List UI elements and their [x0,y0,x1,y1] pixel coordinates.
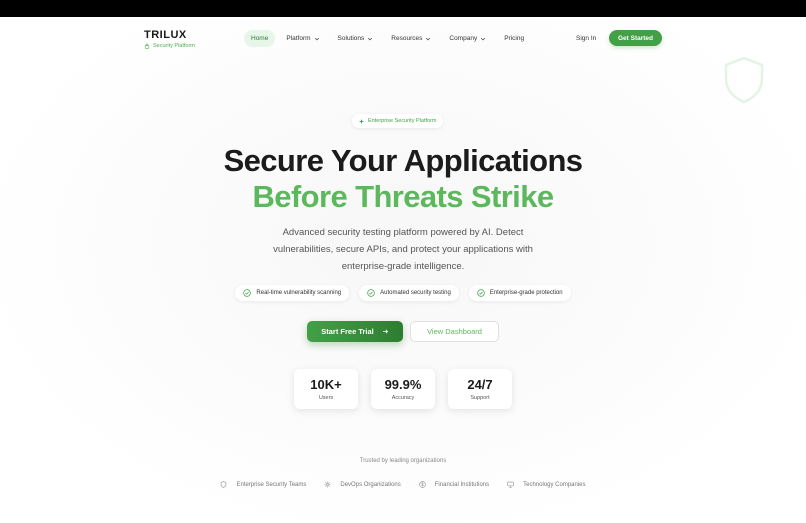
org-item: Technology Companies [507,481,586,488]
monitor-icon [507,481,514,488]
org-label: DevOps Organizations [340,481,401,488]
check-circle-icon [477,289,485,297]
window-top-bar [0,0,806,17]
brand-tagline-row: Security Platform [144,43,195,49]
stat-value: 99.9% [384,377,422,392]
brand-name: TRILUX [144,29,187,41]
check-circle-icon [367,289,375,297]
org-label: Enterprise Security Teams [236,481,307,488]
org-item: Enterprise Security Teams [220,481,306,488]
nav-item-label: Platform [286,35,311,42]
stat-card-accuracy: 99.9% Accuracy [371,369,435,409]
get-started-button[interactable]: Get Started [609,30,662,46]
nav-item-label: Resources [391,35,423,42]
feature-pills: Real-time vulnerability scanning Automat… [0,285,806,301]
trusted-orgs: Enterprise Security Teams DevOps Organiz… [0,481,806,488]
hero-badge: Enterprise Security Platform [352,114,444,128]
feature-pill: Real-time vulnerability scanning [235,285,350,301]
check-circle-icon [243,289,252,297]
feature-label: Real-time vulnerability scanning [256,290,342,296]
chevron-down-icon [368,37,373,40]
gear-icon [324,481,331,488]
nav-item-company[interactable]: Company [442,30,493,47]
nav-item-label: Pricing [504,35,525,42]
chevron-down-icon [314,37,319,40]
hero-badge-label: Enterprise Security Platform [368,118,437,124]
start-free-trial-button[interactable]: Start Free Trial [307,321,403,342]
nav-item-solutions[interactable]: Solutions [331,30,381,47]
nav-item-platform[interactable]: Platform [279,30,326,47]
nav-item-home[interactable]: Home [244,30,276,47]
landing-page: TRILUX Security Platform Home Platform S… [0,17,806,523]
org-label: Technology Companies [523,481,586,488]
main-nav: Home Platform Solutions Resources Compan… [244,30,531,47]
nav-item-resources[interactable]: Resources [384,30,438,47]
stat-value: 10K+ [310,377,342,392]
brand-tagline: Security Platform [153,43,195,49]
nav-item-label: Solutions [337,35,365,42]
org-item: Financial Institutions [419,481,489,488]
sign-in-link[interactable]: Sign In [576,35,596,42]
hero-title-line-1: Secure Your Applications [223,143,583,178]
arrow-right-icon [382,329,388,334]
nav-item-label: Home [251,35,269,42]
org-label: Financial Institutions [434,481,490,488]
nav-item-label: Company [449,35,478,42]
dollar-icon [419,481,426,488]
stat-label: Accuracy [391,395,415,401]
shield-icon [221,481,227,488]
trusted-heading: Trusted by leading organizations [359,458,447,464]
hero-title-line-2: Before Threats Strike [252,179,555,214]
org-item: DevOps Organizations [324,481,401,488]
stat-card-support: 24/7 Support [448,369,512,409]
shield-icon [724,56,764,104]
hero-description: Advanced security testing platform power… [273,227,533,272]
chevron-down-icon [481,37,486,40]
stat-card-users: 10K+ Users [294,369,358,409]
feature-pill: Enterprise-grade protection [468,285,571,301]
lock-icon [144,43,150,49]
view-dashboard-button[interactable]: View Dashboard [410,321,499,342]
chevron-down-icon [426,37,431,40]
stat-label: Users [318,395,334,401]
stat-value: 24/7 [467,377,493,392]
sparkle-icon [359,118,364,124]
feature-pill: Automated security testing [359,285,459,301]
feature-label: Enterprise-grade protection [489,290,563,296]
nav-item-pricing[interactable]: Pricing [497,30,531,47]
start-free-trial-label: Start Free Trial [321,327,374,336]
feature-label: Automated security testing [380,290,451,296]
stat-label: Support [470,395,490,401]
brand-logo[interactable]: TRILUX Security Platform [144,29,195,49]
